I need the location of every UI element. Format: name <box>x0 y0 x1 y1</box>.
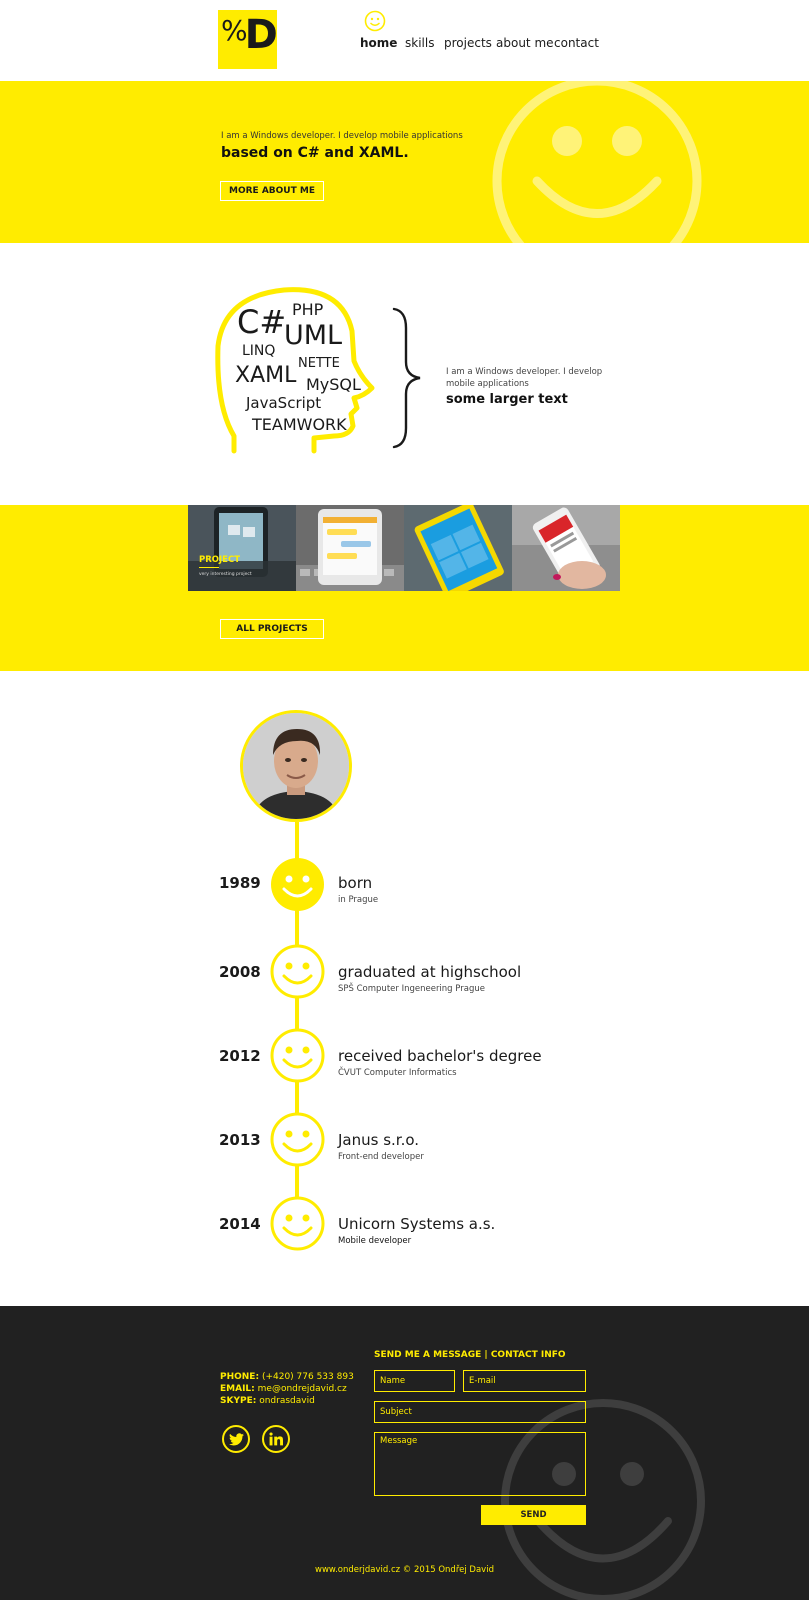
timeline-subtitle: Front-end developer <box>338 1152 424 1162</box>
smiley-icon <box>270 1028 325 1083</box>
windows-phone-tiles-image <box>404 505 512 591</box>
timeline-title: Janus s.r.o. <box>338 1131 420 1149</box>
name-field[interactable] <box>374 1370 455 1392</box>
more-about-me-button[interactable]: MORE ABOUT ME <box>220 181 324 201</box>
copyright-text: www.onderjdavid.cz © 2015 Ondřej David <box>315 1565 494 1575</box>
timeline-year: 2012 <box>219 1047 261 1065</box>
message-field[interactable] <box>374 1432 586 1496</box>
skill-word: TEAMWORK <box>252 415 347 434</box>
timeline-year: 1989 <box>219 874 261 892</box>
subject-field[interactable] <box>374 1401 586 1423</box>
skill-word: PHP <box>292 300 324 319</box>
skype-info: SKYPE: ondrasdavid <box>220 1396 315 1406</box>
hero-headline: based on C# and XAML. <box>221 145 409 161</box>
smiley-filled-icon <box>271 858 324 911</box>
skills-headline: some larger text <box>446 392 568 407</box>
skill-word: JavaScript <box>246 394 322 412</box>
timeline-title: graduated at highschool <box>338 963 522 981</box>
project-title: PROJECT <box>199 555 241 565</box>
footer: PHONE: (+420) 776 533 893 EMAIL: me@ondr… <box>0 1306 809 1600</box>
phone-info: PHONE: (+420) 776 533 893 <box>220 1372 354 1382</box>
skill-word: XAML <box>235 363 297 388</box>
smiley-icon <box>364 10 386 32</box>
timeline-year: 2008 <box>219 963 261 981</box>
all-projects-button[interactable]: ALL PROJECTS <box>220 619 324 639</box>
project-tile[interactable]: PROJECT very interesting project <box>188 505 296 591</box>
timeline-year: 2013 <box>219 1131 261 1149</box>
linkedin-button[interactable] <box>262 1425 290 1453</box>
smiley-icon <box>270 944 325 999</box>
nav-projects[interactable]: projects <box>444 36 492 50</box>
phone-app-image <box>188 505 296 591</box>
nav-home[interactable]: home <box>360 36 397 50</box>
project-tile[interactable] <box>512 505 620 591</box>
project-caption: very interesting project <box>199 572 252 577</box>
timeline-year: 2014 <box>219 1215 261 1233</box>
nav-about-me[interactable]: about me <box>496 36 554 50</box>
email-field[interactable] <box>463 1370 586 1392</box>
timeline-title: received bachelor's degree <box>338 1047 542 1065</box>
skills-intro-text: I am a Windows developer. I develop mobi… <box>446 367 603 389</box>
skill-word: NETTE <box>298 356 340 371</box>
hero-intro-text: I am a Windows developer. I develop mobi… <box>221 131 463 141</box>
twitter-icon <box>228 1432 244 1445</box>
timeline-title: born <box>338 874 373 892</box>
site-logo[interactable]: %D <box>218 10 278 69</box>
curly-brace-graphic <box>392 307 421 449</box>
hero-section: I am a Windows developer. I develop mobi… <box>0 81 809 243</box>
skill-word: UML <box>284 320 343 351</box>
send-button[interactable]: SEND <box>481 1505 586 1525</box>
email-address[interactable]: me@ondrejdavid.cz <box>258 1384 347 1394</box>
timeline-subtitle: Mobile developer <box>338 1236 412 1246</box>
skill-word: MySQL <box>306 375 361 394</box>
phone-number: (+420) 776 533 893 <box>261 1372 354 1382</box>
timeline-subtitle: ČVUT Computer Informatics <box>338 1068 457 1078</box>
skill-word: LINQ <box>242 343 276 359</box>
smiley-icon <box>270 1196 325 1251</box>
nav-skills[interactable]: skills <box>405 36 434 50</box>
profile-photo <box>240 710 352 822</box>
twitter-button[interactable] <box>222 1425 250 1453</box>
divider <box>199 567 219 568</box>
project-tile[interactable] <box>296 505 404 591</box>
timeline-title: Unicorn Systems a.s. <box>338 1215 496 1233</box>
skype-handle: ondrasdavid <box>259 1396 315 1406</box>
logo-mark: %D <box>221 12 278 58</box>
hand-phone-image <box>512 505 620 591</box>
chat-app-image <box>296 505 404 591</box>
nav-contact[interactable]: contact <box>554 36 599 50</box>
timeline-subtitle: in Prague <box>338 895 379 905</box>
avatar <box>243 713 349 819</box>
email-info: EMAIL: me@ondrejdavid.cz <box>220 1384 347 1394</box>
linkedin-icon <box>269 1432 283 1446</box>
project-tile[interactable] <box>404 505 512 591</box>
smiley-icon <box>270 1112 325 1167</box>
skill-word: C# <box>237 303 287 341</box>
hero-smiley-icon <box>492 81 702 243</box>
contact-form-title: SEND ME A MESSAGE | CONTACT INFO <box>374 1350 566 1360</box>
timeline-subtitle: SPŠ Computer Ingeneering Prague <box>338 984 485 994</box>
projects-section: PROJECT very interesting project ALL PRO… <box>0 505 809 671</box>
